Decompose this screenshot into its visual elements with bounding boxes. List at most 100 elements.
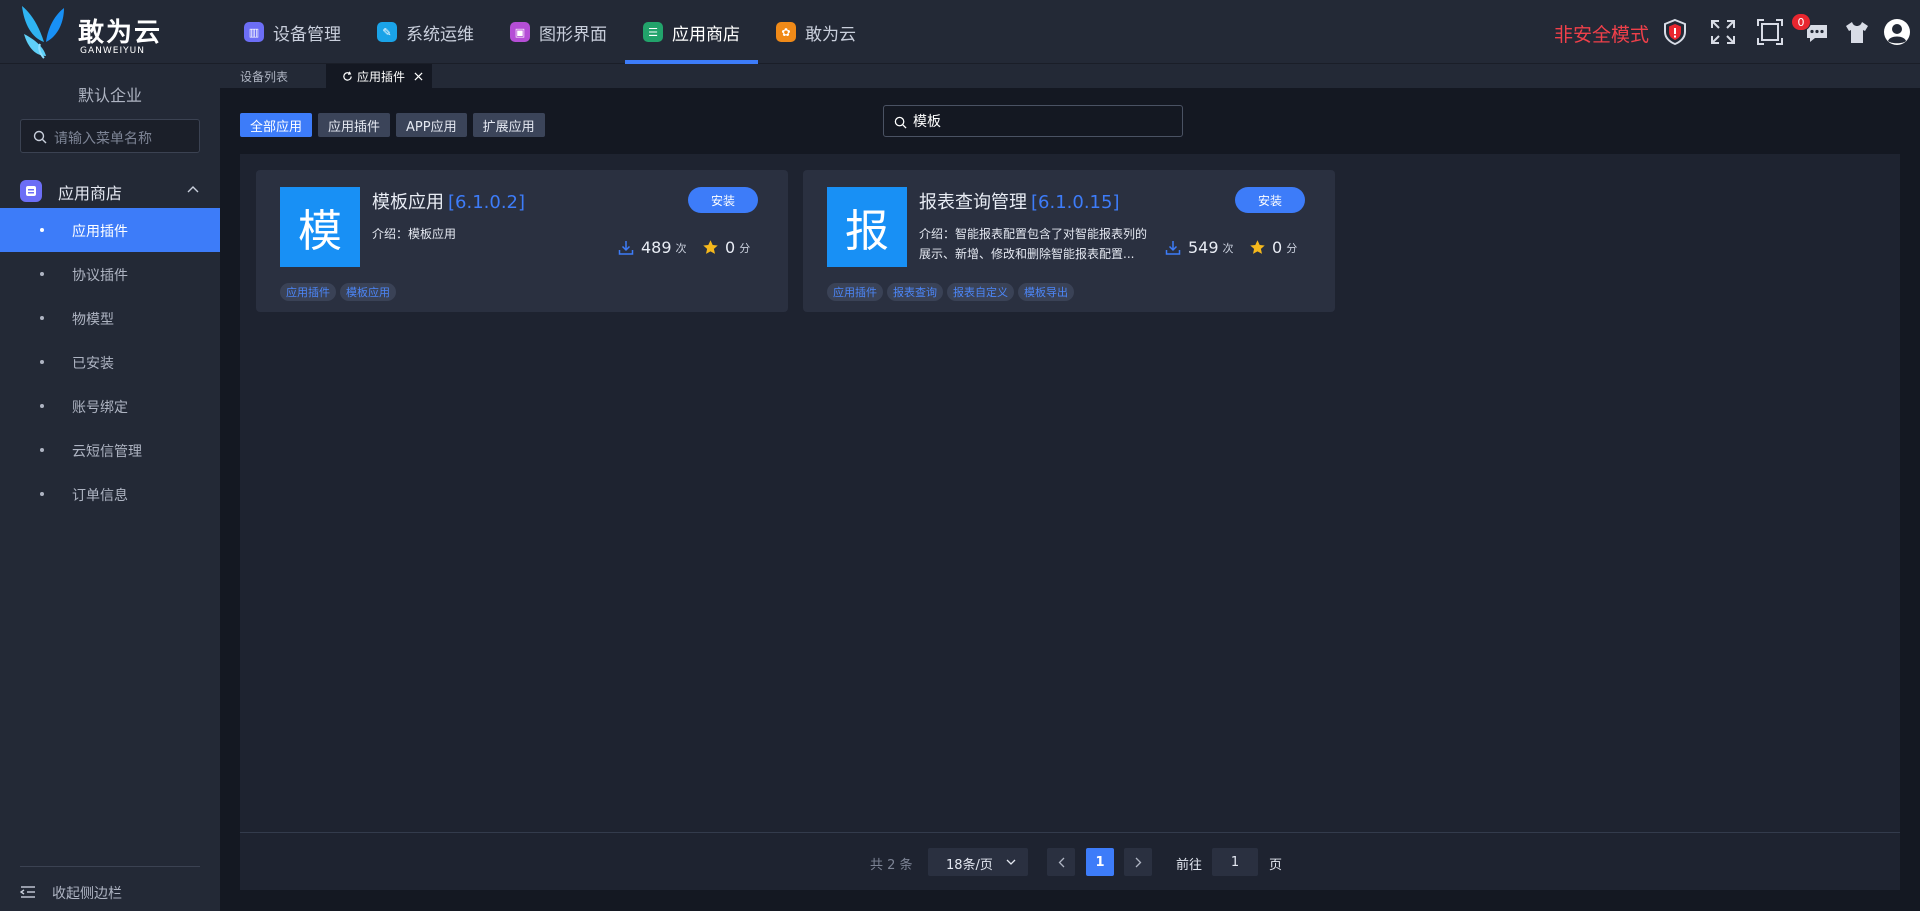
filter-extension-apps[interactable]: 扩展应用 — [472, 113, 545, 137]
app-card[interactable]: 报 报表查询管理 [6.1.0.15] 介绍：智能报表配置包含了对智能报表列的展示… — [803, 170, 1335, 312]
topnav-ganwei-cloud[interactable]: ✿ 敢为云 — [758, 0, 874, 64]
topnav-label: 设备管理 — [273, 24, 341, 45]
app-tag: 应用插件 — [827, 283, 883, 301]
menu-search-input[interactable]: 请输入菜单名称 — [20, 119, 200, 153]
sidebar-group-label: 应用商店 — [58, 184, 123, 203]
butterfly-logo-icon — [22, 6, 64, 59]
fullscreen-icon[interactable] — [1708, 17, 1738, 47]
app-card[interactable]: 模 模板应用 [6.1.0.2] 介绍：模板应用 安装 489 次 0分 应用插件 … — [256, 170, 788, 312]
refresh-icon[interactable] — [342, 70, 353, 82]
sidebar-item-account-binding[interactable]: 账号绑定 — [0, 384, 220, 428]
menu-search-placeholder: 请输入菜单名称 — [54, 131, 152, 147]
search-icon — [894, 116, 907, 129]
close-icon[interactable] — [414, 71, 423, 81]
download-unit: 次 — [1222, 241, 1234, 255]
topnav-label: 敢为云 — [805, 24, 856, 45]
page-size-value: 18条/页 — [946, 858, 993, 873]
shield-alert-icon[interactable] — [1660, 17, 1690, 47]
app-logo: 模 — [280, 187, 360, 267]
sidebar-item-label: 物模型 — [72, 312, 114, 328]
sidebar-item-label: 账号绑定 — [72, 400, 128, 416]
app-logo: 报 — [827, 187, 907, 267]
app-tag: 应用插件 — [280, 283, 336, 301]
sidebar-item-orders[interactable]: 订单信息 — [0, 472, 220, 516]
filter-app-apps[interactable]: APP应用 — [396, 113, 467, 137]
collapse-menu-icon — [20, 886, 35, 898]
menu-dot — [40, 360, 44, 364]
chevron-right-icon — [1135, 857, 1141, 867]
star-icon — [703, 240, 718, 254]
app-name: 报表查询管理 — [919, 192, 1027, 213]
rating-value: 0 — [1272, 238, 1283, 257]
wrench-icon: ✎ — [377, 22, 397, 42]
app-title: 模板应用 [6.1.0.2] — [372, 188, 525, 214]
app-desc-text: 模板应用 — [408, 227, 457, 241]
prev-page-button[interactable] — [1047, 848, 1075, 876]
topnav-device-management[interactable]: ▥ 设备管理 — [226, 0, 359, 64]
page-number-button[interactable]: 1 — [1086, 848, 1114, 876]
next-page-button[interactable] — [1124, 848, 1152, 876]
download-count: 489 次 — [618, 238, 687, 257]
sidebar-item-label: 订单信息 — [72, 488, 128, 504]
topnav-app-store[interactable]: ☰ 应用商店 — [625, 0, 758, 64]
store-icon: ☰ — [643, 22, 663, 42]
rating-value: 0 — [725, 238, 736, 257]
app-tag: 报表自定义 — [947, 283, 1014, 301]
brand-logo[interactable]: 敢为云 GANWEIYUN — [18, 4, 178, 60]
collapse-sidebar-label: 收起侧边栏 — [52, 886, 122, 902]
theme-shirt-icon[interactable] — [1842, 17, 1872, 47]
sidebar-item-thing-model[interactable]: 物模型 — [0, 296, 220, 340]
chevron-left-icon — [1058, 857, 1064, 867]
rating: 0分 — [1249, 238, 1297, 257]
filter-app-plugins[interactable]: 应用插件 — [318, 113, 391, 137]
tab-app-plugins[interactable]: 应用插件 — [326, 64, 432, 88]
sidebar-group-app-store[interactable]: 应用商店 — [0, 168, 220, 212]
sidebar-item-app-plugins[interactable]: 应用插件 — [0, 208, 220, 252]
app-desc-prefix: 介绍： — [372, 227, 409, 241]
tab-label: 设备列表 — [240, 69, 289, 84]
download-unit: 次 — [675, 241, 687, 255]
menu-dot — [40, 316, 44, 320]
sidebar-divider — [20, 866, 200, 867]
chevron-up-icon — [187, 186, 199, 193]
enterprise-name[interactable]: 默认企业 — [0, 82, 220, 106]
unsafe-mode-label[interactable]: 非安全模式 — [1554, 20, 1649, 47]
download-value: 549 — [1188, 238, 1219, 257]
menu-dot — [40, 228, 44, 232]
topnav-label: 应用商店 — [672, 24, 740, 45]
topnav-graphic-ui[interactable]: ▣ 图形界面 — [492, 0, 625, 64]
goto-page-input[interactable] — [1212, 848, 1258, 876]
sidebar-item-protocol-plugins[interactable]: 协议插件 — [0, 252, 220, 296]
graphic-icon: ▣ — [510, 22, 530, 42]
rating-unit: 分 — [1286, 241, 1298, 255]
store-icon — [20, 180, 42, 202]
download-icon — [1165, 240, 1181, 255]
app-tags: 应用插件 模板应用 — [280, 283, 400, 301]
download-value: 489 — [641, 238, 672, 257]
app-tags: 应用插件 报表查询 报表自定义 模板导出 — [827, 283, 1078, 301]
install-button[interactable]: 安装 — [1235, 187, 1305, 213]
star-icon — [1250, 240, 1265, 254]
collapse-sidebar-button[interactable]: 收起侧边栏 — [20, 880, 200, 904]
user-avatar-icon[interactable] — [1882, 17, 1912, 47]
screen-frame-icon[interactable] — [1755, 17, 1785, 47]
app-search-box[interactable] — [883, 105, 1183, 137]
app-tag: 报表查询 — [887, 283, 943, 301]
install-button[interactable]: 安装 — [688, 187, 758, 213]
filter-all-apps[interactable]: 全部应用 — [240, 113, 313, 137]
tab-device-list[interactable]: 设备列表 — [220, 64, 326, 88]
sidebar-item-label: 已安装 — [72, 356, 114, 372]
sidebar-item-cloud-sms[interactable]: 云短信管理 — [0, 428, 220, 472]
download-count: 549 次 — [1165, 238, 1234, 257]
sidebar-item-installed[interactable]: 已安装 — [0, 340, 220, 384]
total-count: 共 2 条 — [870, 858, 913, 873]
topnav-system-ops[interactable]: ✎ 系统运维 — [359, 0, 492, 64]
page-size-select[interactable]: 18条/页 — [928, 848, 1028, 876]
app-tag: 模板应用 — [340, 283, 396, 301]
app-search-input[interactable] — [913, 110, 1173, 132]
app-title: 报表查询管理 [6.1.0.15] — [919, 188, 1119, 214]
app-description: 介绍：模板应用 — [372, 224, 604, 244]
page-tabs: 设备列表 应用插件 — [220, 64, 1920, 88]
header-actions: 非安全模式 0 — [1554, 0, 1920, 64]
menu-dot — [40, 272, 44, 276]
